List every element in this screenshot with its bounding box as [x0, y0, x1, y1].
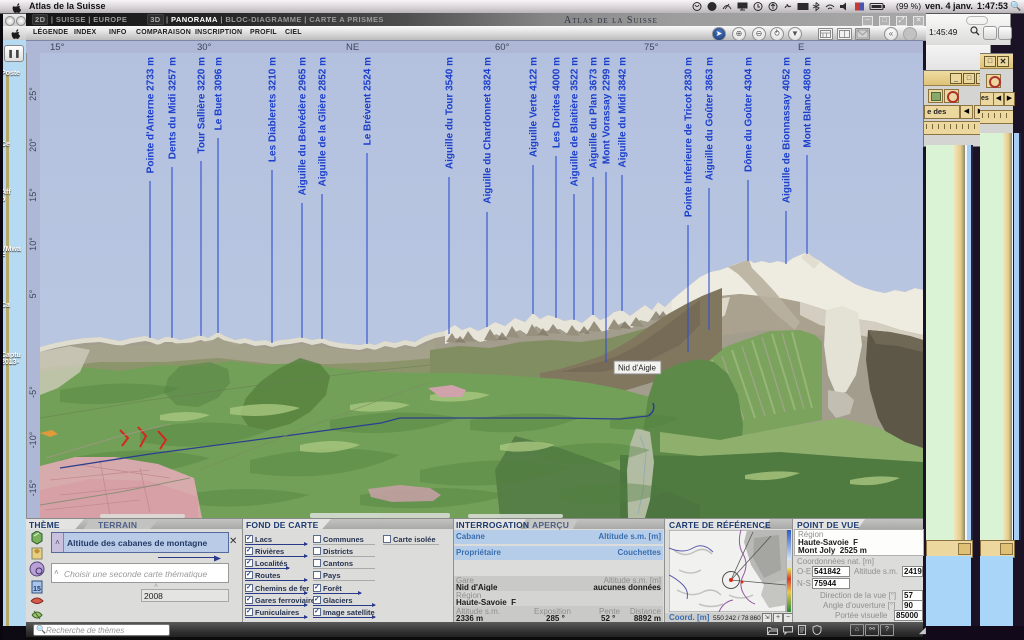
svg-text:Dôme du Goûter 4304 m: Dôme du Goûter 4304 m: [744, 57, 755, 172]
svg-text:Pointe d'Anterne 2733 m: Pointe d'Anterne 2733 m: [146, 57, 157, 173]
svg-text:Tour Sallière 3220 m: Tour Sallière 3220 m: [197, 57, 208, 154]
svg-text:Aiguille de Blaitière 3522 m: Aiguille de Blaitière 3522 m: [570, 57, 581, 187]
svg-text:Mont Vorassay 2299 m: Mont Vorassay 2299 m: [602, 57, 613, 164]
svg-text:Aiguille du Goûter 3863 m: Aiguille du Goûter 3863 m: [705, 57, 716, 180]
svg-text:Aiguille de Bionnassay 4052 m: Aiguille de Bionnassay 4052 m: [782, 57, 793, 203]
svg-text:Nid d'Aigle: Nid d'Aigle: [618, 364, 657, 373]
svg-text:Mont Blanc 4808 m: Mont Blanc 4808 m: [803, 57, 814, 148]
svg-text:15: 15: [33, 586, 41, 593]
svg-text:Pointe Inferieure de Tricot 2: Pointe Inferieure de Tricot 2830 m: [684, 57, 695, 217]
svg-text:Le Brévent 2524 m: Le Brévent 2524 m: [363, 57, 374, 145]
svg-text:Aiguille du Tour 3540 m: Aiguille du Tour 3540 m: [445, 57, 456, 169]
svg-text:Dents du Midi 3257 m: Dents du Midi 3257 m: [168, 57, 179, 159]
svg-text:Aiguille Verte 4122 m: Aiguille Verte 4122 m: [529, 57, 540, 157]
svg-text:Aiguille du Chardonnet 3824 m: Aiguille du Chardonnet 3824 m: [483, 57, 494, 204]
svg-text:Aiguille du Belvédère 2965 m: Aiguille du Belvédère 2965 m: [298, 57, 309, 195]
svg-text:Aiguille du Midi 3842 m: Aiguille du Midi 3842 m: [618, 57, 629, 168]
svg-text:Les Diablerets 3210 m: Les Diablerets 3210 m: [268, 57, 279, 162]
svg-text:Les Droites 4000 m: Les Droites 4000 m: [552, 57, 563, 148]
svg-text:Aiguille du Plan 3673 m: Aiguille du Plan 3673 m: [589, 57, 600, 169]
svg-text:Aiguille de la Glière 2852 m: Aiguille de la Glière 2852 m: [318, 57, 329, 187]
svg-text:Le Buet 3096 m: Le Buet 3096 m: [214, 57, 225, 130]
